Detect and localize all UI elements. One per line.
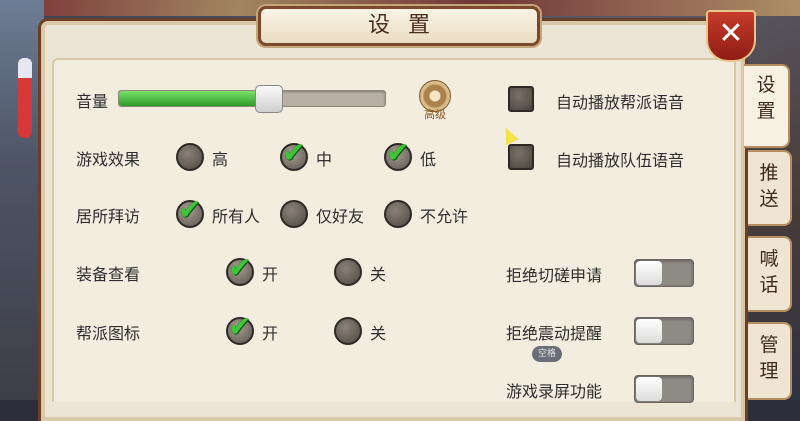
effects-option-medium[interactable]: ✔ 中 bbox=[280, 139, 350, 171]
equipment-view-option-off[interactable]: 关 bbox=[334, 258, 404, 286]
effects-option-high[interactable]: 高 bbox=[176, 143, 246, 171]
autoplay-team-voice-checkbox[interactable] bbox=[508, 144, 534, 170]
effects-option-low[interactable]: ✔ 低 bbox=[384, 139, 454, 171]
tab-push[interactable]: 推 送 bbox=[748, 150, 792, 226]
guild-icon-option-on-label: 开 bbox=[262, 324, 279, 343]
equipment-view-option-on-label: 开 bbox=[262, 265, 279, 284]
guild-icon-option-off-label: 关 bbox=[370, 324, 387, 343]
refuse-vibration-label: 拒绝震动提醒 bbox=[506, 324, 603, 343]
radio-icon bbox=[334, 258, 362, 286]
visit-option-none-label: 不允许 bbox=[420, 207, 469, 226]
effects-option-medium-label: 中 bbox=[316, 150, 333, 169]
refuse-duel-label: 拒绝切磋申请 bbox=[506, 266, 603, 285]
tab-manage[interactable]: 管 理 bbox=[748, 322, 792, 400]
tab-settings-char-1: 设 bbox=[756, 74, 776, 96]
radio-icon bbox=[334, 317, 362, 345]
tab-settings-char-2: 置 bbox=[756, 100, 776, 122]
dialog-title-plate: 设置 bbox=[258, 6, 540, 46]
tab-shout[interactable]: 喊 话 bbox=[748, 236, 792, 312]
volume-slider-knob[interactable] bbox=[255, 85, 283, 113]
radio-icon bbox=[176, 143, 204, 171]
volume-slider[interactable] bbox=[118, 85, 386, 113]
screen-record-label: 游戏录屏功能 bbox=[506, 382, 603, 401]
effects-option-high-label: 高 bbox=[212, 150, 229, 169]
close-button[interactable]: ✕ bbox=[706, 10, 756, 62]
toggle-knob bbox=[636, 377, 662, 401]
autoplay-guild-voice-checkbox[interactable] bbox=[508, 86, 534, 112]
volume-slider-fill bbox=[119, 91, 268, 106]
effects-option-low-label: 低 bbox=[420, 150, 437, 169]
visit-option-friends[interactable]: 仅好友 bbox=[280, 200, 380, 228]
space-key-chip: 空格 bbox=[532, 346, 562, 362]
tab-settings[interactable]: 设 置 bbox=[744, 64, 790, 148]
toggle-knob bbox=[636, 261, 662, 285]
checkmark-icon: ✔ bbox=[386, 136, 410, 169]
visit-option-everyone-label: 所有人 bbox=[212, 207, 261, 226]
screen-record-toggle[interactable] bbox=[634, 375, 694, 403]
refuse-duel-toggle[interactable] bbox=[634, 259, 694, 287]
dialog-title: 设置 bbox=[367, 13, 448, 38]
guild-icon-option-off[interactable]: 关 bbox=[334, 317, 404, 345]
tab-manage-char-2: 理 bbox=[759, 360, 779, 382]
refuse-vibration-toggle[interactable] bbox=[634, 317, 694, 345]
tab-shout-char-2: 话 bbox=[759, 274, 779, 296]
gourd-tassel-ornament bbox=[18, 58, 32, 138]
tab-push-char-2: 送 bbox=[759, 188, 779, 210]
equipment-view-option-on[interactable]: ✔ 开 bbox=[226, 254, 296, 286]
visit-label: 居所拜访 bbox=[76, 207, 141, 226]
toggle-knob bbox=[636, 319, 662, 343]
equipment-view-label: 装备查看 bbox=[76, 265, 141, 284]
radio-icon bbox=[280, 200, 308, 228]
visit-option-friends-label: 仅好友 bbox=[316, 207, 365, 226]
checkmark-icon: ✔ bbox=[282, 136, 306, 169]
checkmark-icon: ✔ bbox=[178, 193, 202, 226]
checkmark-icon: ✔ bbox=[228, 251, 252, 284]
visit-option-everyone[interactable]: ✔ 所有人 bbox=[176, 196, 276, 228]
volume-label: 音量 bbox=[76, 92, 109, 111]
guild-icon-option-on[interactable]: ✔ 开 bbox=[226, 313, 296, 345]
tab-push-char-1: 推 bbox=[759, 162, 779, 184]
tab-manage-char-1: 管 bbox=[759, 334, 779, 356]
radio-icon bbox=[384, 200, 412, 228]
visit-option-none[interactable]: 不允许 bbox=[384, 200, 484, 228]
advanced-label: 高级 bbox=[424, 108, 446, 121]
guild-icon-label: 帮派图标 bbox=[76, 324, 141, 343]
checkmark-icon: ✔ bbox=[228, 310, 252, 343]
tab-shout-char-1: 喊 bbox=[759, 248, 779, 270]
autoplay-guild-voice-label: 自动播放帮派语音 bbox=[556, 93, 685, 112]
effects-label: 游戏效果 bbox=[76, 150, 141, 169]
equipment-view-option-off-label: 关 bbox=[370, 265, 387, 284]
autoplay-team-voice-label: 自动播放队伍语音 bbox=[556, 151, 685, 170]
advanced-settings-button[interactable]: 高级 bbox=[418, 80, 452, 121]
